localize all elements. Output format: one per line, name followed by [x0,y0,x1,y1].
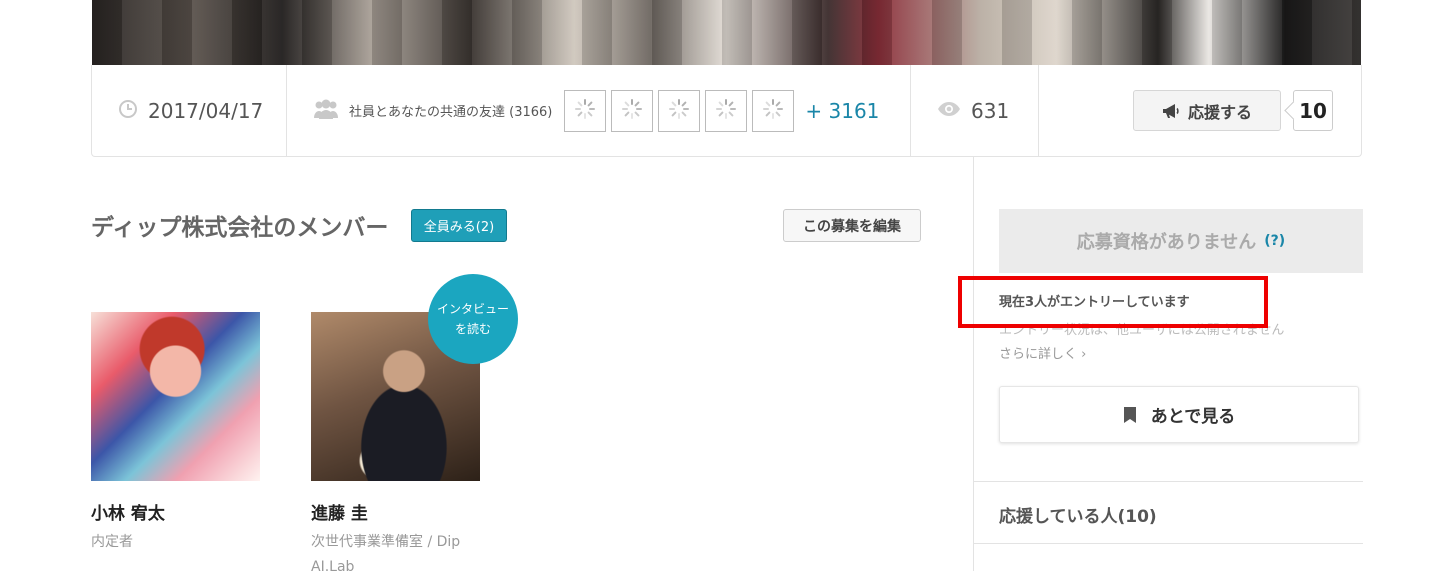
loading-spinner-icon [621,98,643,124]
member-card[interactable]: 小林 宥太 内定者 [91,312,261,555]
member-photo[interactable] [91,312,260,481]
member-role: 内定者 [91,534,133,550]
loading-spinner-icon [574,98,596,124]
not-eligible-button: 応募資格がありません (?) [999,209,1363,273]
friend-avatar[interactable] [611,89,654,132]
friend-avatar[interactable] [658,89,701,132]
member-name[interactable]: 小林 宥太 [91,499,261,524]
divider [974,543,1363,544]
supporters-heading[interactable]: 応援している人(10) [999,502,1157,527]
see-all-members-button[interactable]: 全員みる(2) [411,209,507,242]
stats-bar: 2017/04/17 社員とあなたの共通の友達 (3166) + 3161 63… [91,65,1362,157]
people-icon [313,98,339,124]
annotation-highlight-box [958,276,1268,328]
views-cell: 631 [911,65,1039,156]
cheer-count: 10 [1293,90,1333,131]
friend-avatar[interactable] [564,89,607,132]
loading-spinner-icon [762,98,784,124]
cheer-cell: 応援する 10 [1039,65,1361,156]
divider [974,481,1363,482]
sidebar: 応募資格がありません (?) 現在3人がエントリーしています エントリー状況は、… [973,157,1363,571]
interview-badge-line1: インタビュー [436,302,509,316]
hero-photo [92,0,1361,65]
edit-posting-button[interactable]: この募集を編集 [783,209,921,242]
member-role: 次世代事業準備室 / Dip AI.Lab [311,534,461,571]
more-details-link[interactable]: さらに詳しく › [999,343,1086,362]
posted-date-cell: 2017/04/17 [92,65,287,156]
clock-icon [118,99,138,123]
not-eligible-label: 応募資格がありません [1076,232,1257,253]
cheer-button-label: 応援する [1187,102,1252,122]
help-link[interactable]: (?) [1264,233,1285,249]
members-title: ディップ株式会社のメンバー [91,215,389,241]
mutual-friends-label: 社員とあなたの共通の友達 (3166) [349,105,553,120]
view-count: 631 [971,98,1010,123]
posted-date: 2017/04/17 [148,98,264,123]
read-interview-badge[interactable]: インタビュー を読む [428,274,518,364]
member-name[interactable]: 進藤 圭 [311,499,481,524]
loading-spinner-icon [715,98,737,124]
loading-spinner-icon [668,98,690,124]
cheer-button[interactable]: 応援する [1133,90,1281,131]
mutual-friends-cell: 社員とあなたの共通の友達 (3166) + 3161 [287,65,911,156]
more-friends-link[interactable]: + 3161 [805,99,879,123]
megaphone-icon [1162,103,1180,119]
eye-icon [937,101,961,121]
watch-later-label: あとで見る [1150,407,1236,427]
bookmark-icon [1123,406,1137,423]
friend-avatar[interactable] [705,89,748,132]
friend-avatar[interactable] [752,89,795,132]
watch-later-button[interactable]: あとで見る [999,386,1359,443]
interview-badge-line2: を読む [454,322,491,336]
